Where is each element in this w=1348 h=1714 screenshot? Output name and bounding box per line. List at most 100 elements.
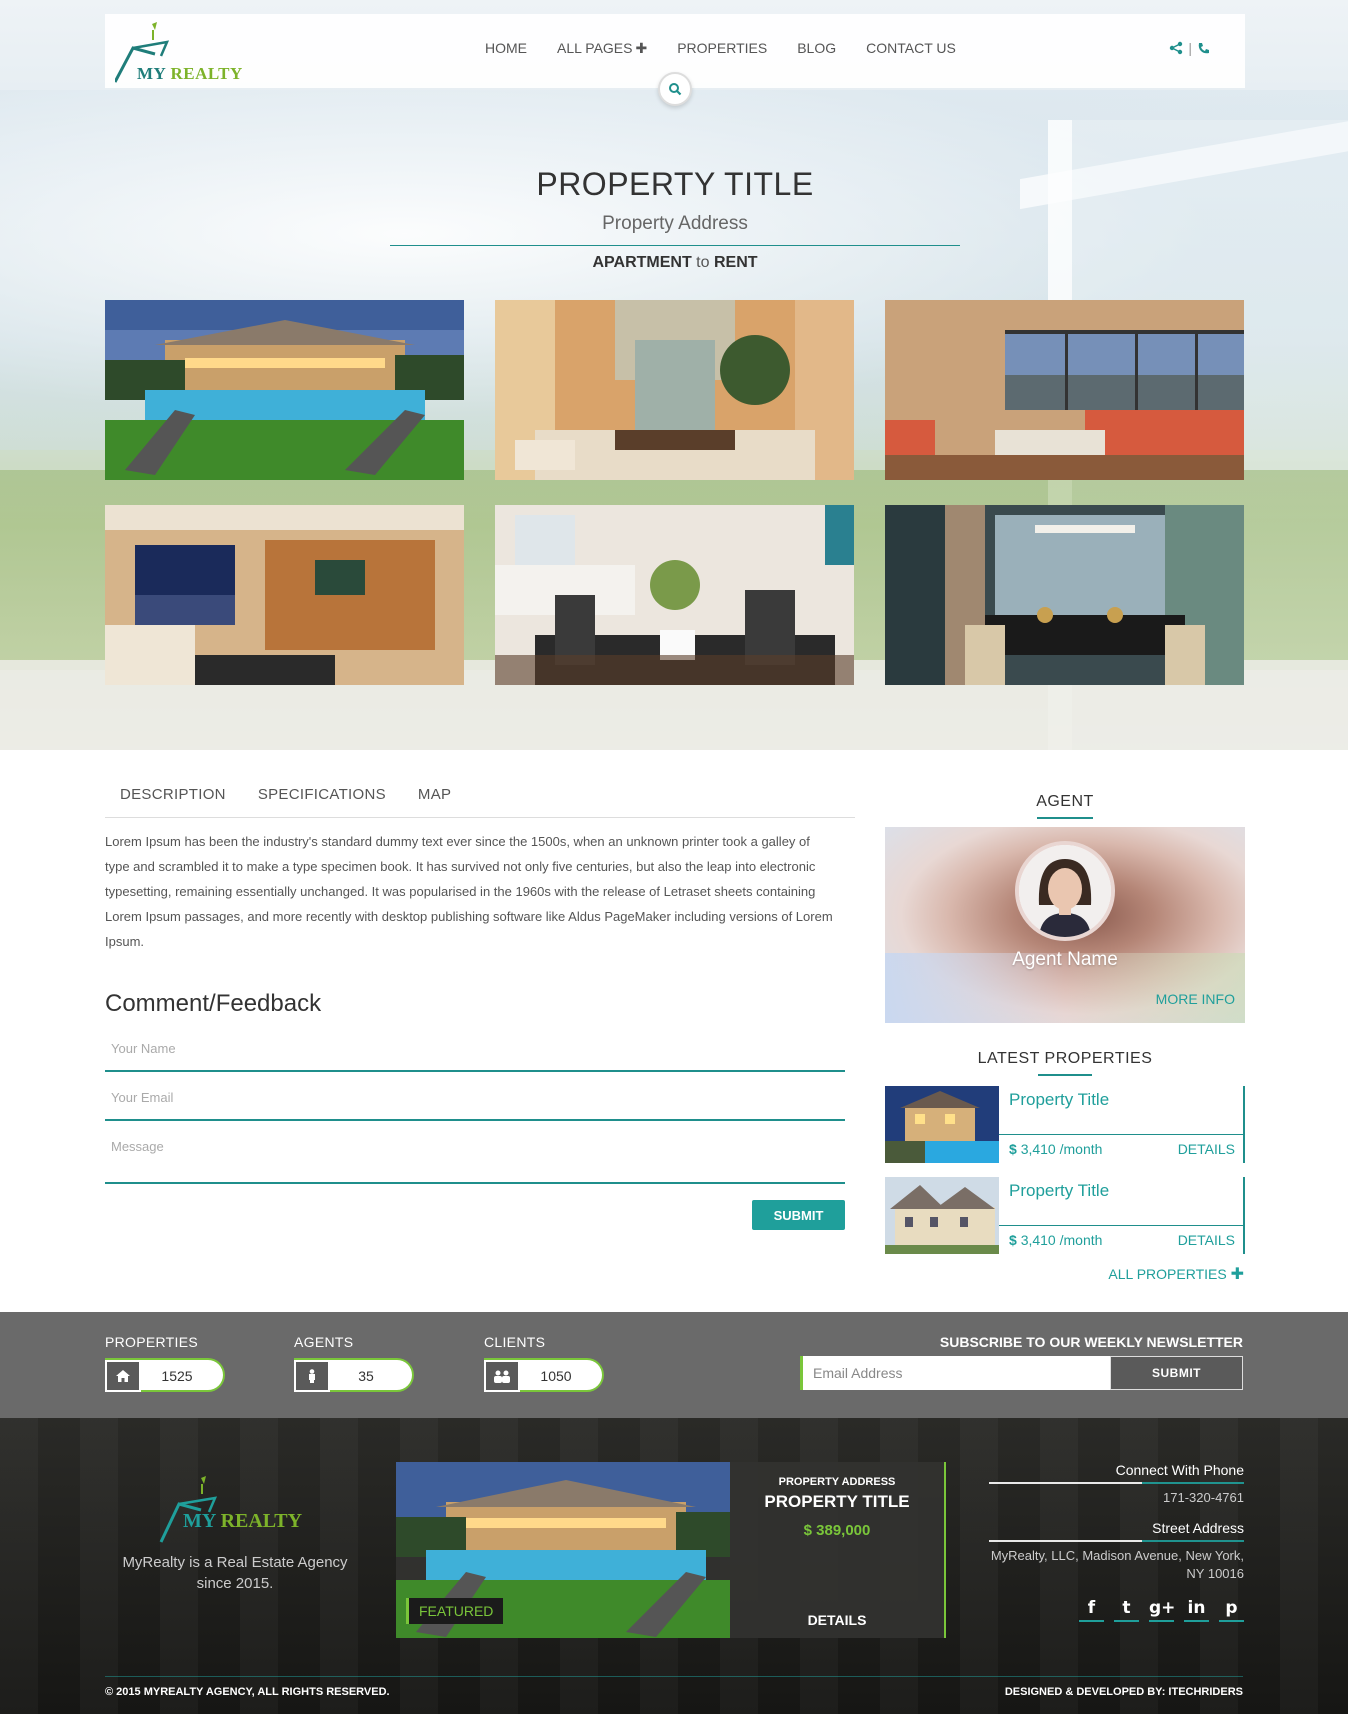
site-logo[interactable]: MY REALTY: [113, 20, 255, 84]
agent-heading-text: AGENT: [1036, 793, 1094, 810]
latest-heading-text: LATEST PROPERTIES: [977, 1050, 1153, 1067]
agent-name: Agent Name: [1012, 949, 1118, 970]
share-icon[interactable]: [1169, 41, 1183, 55]
address-heading: Street Address: [1152, 1520, 1244, 1536]
tab-specifications[interactable]: SPECIFICATIONS: [243, 786, 401, 817]
latest-property-1[interactable]: Property Title $ 3,410 /month DETAILS: [885, 1086, 1245, 1163]
property-type-deal: RENT: [713, 254, 758, 271]
name-placeholder: Your Name: [111, 1041, 176, 1056]
featured-badge: FEATURED: [406, 1598, 504, 1624]
featured-property-card[interactable]: FEATURED PROPERTY ADDRESS PROPERTY TITLE…: [396, 1462, 946, 1638]
more-info-link[interactable]: MORE INFO: [1156, 991, 1235, 1007]
nav-contact[interactable]: CONTACT US: [866, 40, 956, 57]
search-button[interactable]: [658, 72, 692, 106]
latest-property-1-details[interactable]: DETAILS: [1178, 1141, 1235, 1157]
site-footer: MY REALTY MyRealty is a Real Estate Agen…: [0, 1418, 1348, 1714]
newsletter-email-input[interactable]: Email Address: [800, 1356, 1110, 1390]
latest-property-2[interactable]: Property Title $ 3,410 /month DETAILS: [885, 1177, 1245, 1254]
featured-property-info: PROPERTY ADDRESS PROPERTY TITLE $ 389,00…: [730, 1462, 944, 1638]
name-field[interactable]: Your Name: [105, 1040, 845, 1072]
home-icon: [105, 1360, 141, 1392]
linkedin-icon[interactable]: in: [1184, 1598, 1209, 1622]
plus-icon: ✚: [635, 40, 648, 56]
latest-property-1-info: Property Title $ 3,410 /month DETAILS: [999, 1086, 1245, 1163]
pinterest-icon[interactable]: p: [1219, 1598, 1244, 1622]
hero-section: MY REALTY HOME ALL PAGES ✚ PROPERTIES BLO…: [0, 0, 1348, 750]
footer-divider: [105, 1676, 1243, 1677]
latest-property-2-thumb: [885, 1177, 999, 1254]
phone-number[interactable]: 171-320-4761: [984, 1489, 1244, 1507]
footer-logo-text: MY REALTY: [183, 1510, 303, 1532]
newsletter-submit-button[interactable]: SUBMIT: [1110, 1356, 1243, 1390]
gallery-image-media-room[interactable]: [105, 505, 464, 685]
all-properties-label: ALL PROPERTIES: [1108, 1266, 1227, 1282]
footer-address: Street Address MyRealty, LLC, Madison Av…: [984, 1520, 1244, 1583]
stat-agents-value: 35: [358, 1368, 374, 1384]
nav-home[interactable]: HOME: [485, 40, 527, 57]
group-icon: [484, 1360, 520, 1392]
latest-property-2-divider: [999, 1225, 1243, 1226]
header-actions: |: [1169, 40, 1210, 56]
featured-details-link[interactable]: DETAILS: [730, 1612, 944, 1628]
nav-all-pages[interactable]: ALL PAGES ✚: [557, 40, 647, 57]
logo-text: MY REALTY: [137, 64, 243, 83]
phone-icon[interactable]: [1197, 42, 1210, 55]
latest-property-2-price: $ 3,410 /month: [1009, 1232, 1102, 1248]
latest-property-1-price: $ 3,410 /month: [1009, 1141, 1102, 1157]
tab-map[interactable]: MAP: [403, 786, 466, 817]
currency-symbol: $: [1009, 1141, 1017, 1157]
latest-property-2-title[interactable]: Property Title: [1009, 1181, 1109, 1201]
property-type-to: to: [696, 254, 710, 271]
submit-button[interactable]: SUBMIT: [752, 1200, 845, 1230]
featured-property-title: PROPERTY TITLE: [764, 1492, 910, 1511]
property-description: Lorem Ipsum has been the industry's stan…: [105, 834, 833, 949]
email-field[interactable]: Your Email: [105, 1089, 845, 1121]
stat-properties-box: 1525: [105, 1358, 225, 1392]
logo-roof-icon: [159, 1476, 218, 1543]
gallery-image-dining-room[interactable]: [885, 505, 1244, 685]
street-address: MyRealty, LLC, Madison Avenue, New York,…: [990, 1548, 1244, 1581]
nav-blog[interactable]: BLOG: [797, 40, 836, 57]
property-tabs: DESCRIPTION SPECIFICATIONS MAP: [105, 786, 855, 818]
phone-heading-underline: [989, 1482, 1244, 1484]
agent-heading-underline: [1037, 817, 1093, 819]
featured-property-address: PROPERTY ADDRESS: [778, 1476, 896, 1488]
latest-property-2-info: Property Title $ 3,410 /month DETAILS: [999, 1177, 1245, 1254]
developer-credit: DESIGNED & DEVELOPED BY: ITECHRIDERS: [1004, 1686, 1243, 1698]
latest-property-1-title[interactable]: Property Title: [1009, 1090, 1109, 1110]
latest-heading-underline: [1038, 1074, 1092, 1076]
property-type: APARTMENT to RENT: [390, 254, 960, 272]
latest-property-2-details[interactable]: DETAILS: [1178, 1232, 1235, 1248]
latest-property-1-thumb: [885, 1086, 999, 1163]
footer-logo[interactable]: MY REALTY: [155, 1474, 305, 1544]
nav-properties[interactable]: PROPERTIES: [677, 40, 767, 57]
twitter-icon[interactable]: t: [1114, 1598, 1139, 1622]
facebook-icon[interactable]: f: [1079, 1598, 1104, 1622]
gallery-image-dining[interactable]: [495, 505, 854, 685]
stats-bar: PROPERTIES 1525 AGENTS 35 CLIENTS 1050 S…: [0, 1312, 1348, 1418]
latest-property-1-amount: 3,410 /month: [1020, 1141, 1103, 1157]
latest-heading: LATEST PROPERTIES: [925, 1050, 1205, 1076]
google-plus-icon[interactable]: g+: [1149, 1598, 1175, 1622]
social-links: f t g+ in p: [1079, 1598, 1244, 1622]
stat-properties: PROPERTIES 1525: [105, 1334, 225, 1392]
search-icon: [669, 83, 682, 96]
message-placeholder: Message: [111, 1139, 164, 1154]
property-title: PROPERTY TITLE: [536, 166, 814, 202]
gallery-image-living[interactable]: [885, 300, 1244, 480]
gallery-image-pool[interactable]: [105, 300, 464, 480]
all-properties-link[interactable]: ALL PROPERTIES ✚: [1108, 1264, 1244, 1284]
email-placeholder: Your Email: [111, 1090, 174, 1105]
tab-description[interactable]: DESCRIPTION: [105, 786, 241, 817]
footer-phone: Connect With Phone 171-320-4761: [984, 1462, 1244, 1507]
address-heading-underline: [989, 1540, 1244, 1542]
agent-avatar[interactable]: [1015, 841, 1115, 941]
gallery-image-foyer[interactable]: [495, 300, 854, 480]
stat-properties-label: PROPERTIES: [105, 1334, 198, 1350]
message-field[interactable]: Message: [105, 1138, 845, 1184]
latest-property-2-amount: 3,410 /month: [1020, 1232, 1103, 1248]
phone-heading: Connect With Phone: [1115, 1462, 1244, 1478]
plus-icon: ✚: [1230, 1266, 1244, 1283]
stat-clients-value: 1050: [540, 1368, 572, 1384]
person-icon: [294, 1360, 330, 1392]
